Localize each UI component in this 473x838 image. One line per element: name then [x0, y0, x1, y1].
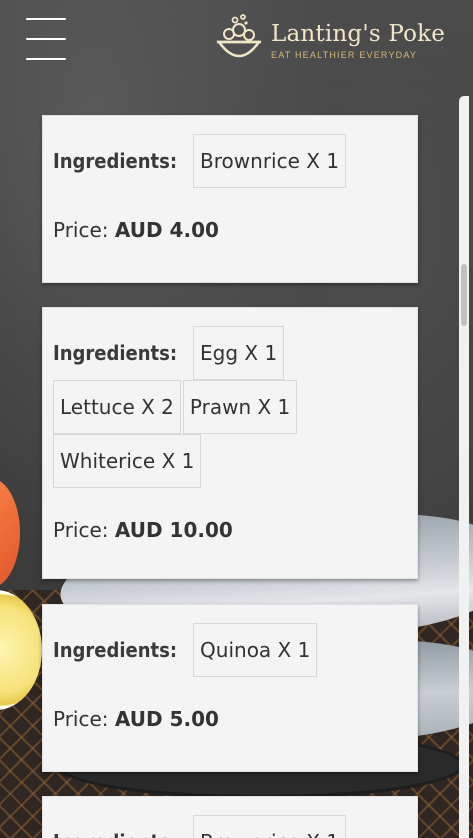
ingredients-label: Ingredients:: [53, 149, 178, 173]
price-line: Price: AUD 5.00: [53, 689, 407, 749]
order-card: Ingredients: Quinoa X 1 Price: AUD 5.00: [42, 604, 418, 772]
scrollbar-thumb[interactable]: [461, 264, 467, 326]
price-line: Price: AUD 4.00: [53, 200, 407, 260]
ingredient-chip: Brownrice X 1: [193, 815, 347, 838]
scrollbar[interactable]: [459, 96, 469, 838]
ingredients-label: Ingredients:: [53, 341, 178, 365]
price-label: Price:: [53, 707, 109, 731]
order-card: Ingredients: Brownrice X 1 Price: AUD 4.…: [42, 115, 418, 283]
ingredient-chip: Prawn X 1: [182, 380, 298, 434]
ingredient-chip: Whiterice X 1: [53, 434, 202, 488]
price-line: Price: AUD 10.00: [53, 500, 407, 560]
price-label: Price:: [53, 518, 109, 542]
ingredient-chip: Egg X 1: [193, 326, 285, 380]
price-value: AUD 5.00: [114, 707, 219, 731]
price-value: AUD 4.00: [114, 218, 219, 242]
ingredients-label: Ingredients:: [53, 815, 177, 838]
order-card: Ingredients: Brownrice X 1: [42, 796, 418, 838]
brand-logo[interactable]: Lanting's Poke EAT HEALTHIER EVERYDAY: [215, 12, 445, 68]
ingredient-chip: Brownrice X 1: [193, 134, 347, 188]
brand-name: Lanting's Poke: [271, 20, 446, 47]
price-value: AUD 10.00: [114, 518, 233, 542]
poke-bowl-icon: [216, 14, 262, 58]
order-card: Ingredients: Egg X 1 Lettuce X 2 Prawn X…: [42, 307, 418, 579]
ingredient-chip: Lettuce X 2: [53, 380, 181, 434]
menu-icon[interactable]: [26, 18, 66, 60]
price-label: Price:: [53, 218, 109, 242]
salmon-slice: [0, 478, 20, 588]
brand-tagline: EAT HEALTHIER EVERYDAY: [271, 49, 418, 60]
ingredient-chip: Quinoa X 1: [193, 623, 318, 677]
site-header: Lanting's Poke EAT HEALTHIER EVERYDAY: [0, 0, 473, 80]
ingredients-label: Ingredients:: [53, 638, 178, 662]
